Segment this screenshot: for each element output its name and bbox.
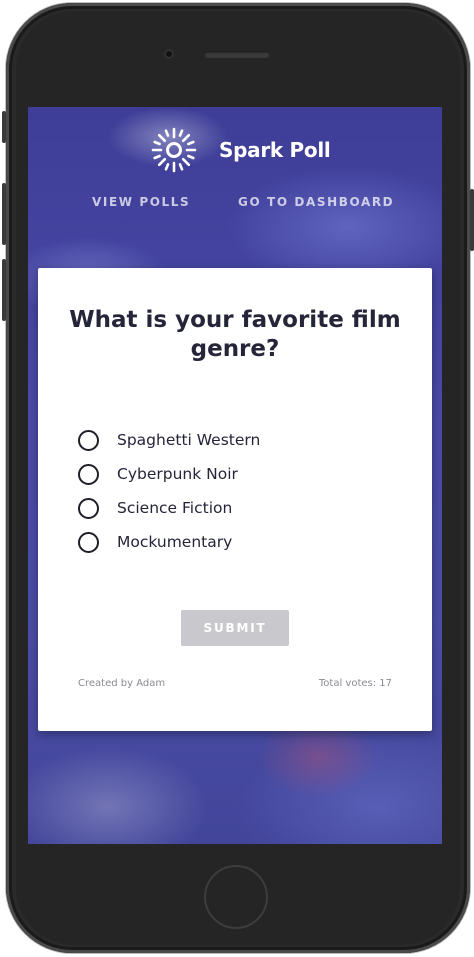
radio-button[interactable]: [78, 429, 99, 451]
poll-option[interactable]: Cyberpunk Noir: [78, 457, 260, 491]
option-label: Spaghetti Western: [117, 431, 261, 449]
brand-name[interactable]: Spark Poll: [219, 138, 331, 162]
poll-card: What is your favorite film genre? Spaghe…: [38, 268, 432, 731]
power-button: [470, 189, 474, 251]
poll-option[interactable]: Mockumentary: [78, 525, 260, 559]
sun-burst-icon[interactable]: [151, 127, 197, 173]
front-camera: [164, 49, 174, 59]
created-by: Created by Adam: [78, 678, 166, 689]
poll-option[interactable]: Science Fiction: [78, 491, 260, 525]
total-votes: Total votes: 17: [318, 678, 392, 689]
radio-button[interactable]: [78, 463, 99, 485]
earpiece-speaker: [204, 51, 270, 58]
poll-question: What is your favorite film genre?: [69, 307, 401, 362]
option-label: Cyberpunk Noir: [117, 465, 238, 483]
radio-button[interactable]: [78, 497, 99, 519]
option-label: Science Fiction: [117, 499, 233, 517]
nav-go-to-dashboard[interactable]: GO TO DASHBOARD: [238, 195, 394, 209]
submit-button[interactable]: SUBMIT: [181, 610, 289, 646]
poll-options: Spaghetti Western Cyberpunk Noir Science…: [78, 423, 260, 559]
volume-up-button: [2, 183, 6, 245]
mute-switch: [2, 111, 6, 143]
radio-button[interactable]: [78, 531, 99, 553]
home-button[interactable]: [204, 865, 268, 929]
poll-option[interactable]: Spaghetti Western: [78, 423, 260, 457]
nav-view-polls[interactable]: VIEW POLLS: [92, 195, 190, 209]
app-header: Spark Poll VIEW POLLS GO TO DASHBOARD: [28, 107, 442, 257]
option-label: Mockumentary: [117, 533, 233, 551]
volume-down-button: [2, 259, 6, 321]
app-screen: Spark Poll VIEW POLLS GO TO DASHBOARD Wh…: [28, 107, 442, 844]
